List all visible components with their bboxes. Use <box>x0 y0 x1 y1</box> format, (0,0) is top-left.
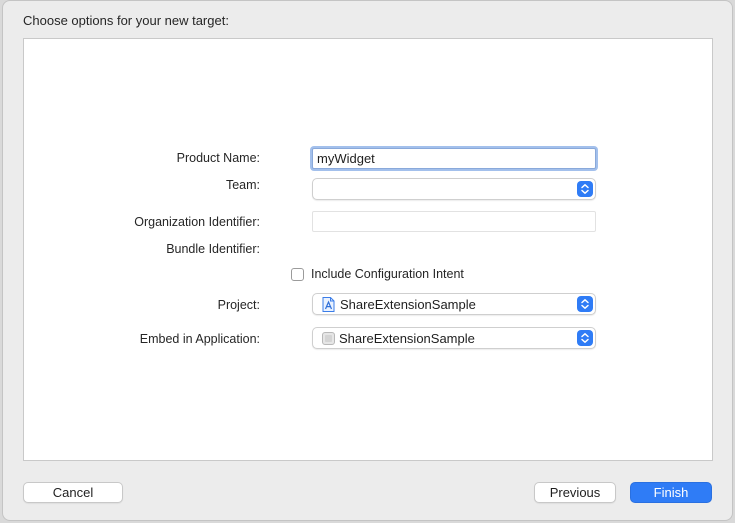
dialog-title: Choose options for your new target: <box>23 13 229 28</box>
team-popup[interactable] <box>312 178 596 200</box>
new-target-dialog: Choose options for your new target: Prod… <box>2 0 733 521</box>
org-id-label: Organization Identifier: <box>134 215 260 229</box>
chevron-updown-icon <box>577 181 593 197</box>
embed-value: ShareExtensionSample <box>339 331 475 346</box>
cancel-button[interactable]: Cancel <box>23 482 123 503</box>
project-label: Project: <box>217 298 260 312</box>
embed-label: Embed in Application: <box>139 332 260 346</box>
product-name-label: Product Name: <box>176 151 260 165</box>
app-icon <box>322 332 335 348</box>
product-name-field[interactable] <box>312 148 596 169</box>
xcode-project-icon <box>322 297 335 315</box>
bundle-id-label: Bundle Identifier: <box>166 242 260 256</box>
team-label: Team: <box>225 178 260 192</box>
org-id-field[interactable] <box>312 211 596 232</box>
finish-button[interactable]: Finish <box>630 482 712 503</box>
project-popup[interactable]: ShareExtensionSample <box>312 293 596 315</box>
previous-button[interactable]: Previous <box>534 482 616 503</box>
options-panel: Product Name: Team: Organization Identif… <box>23 38 713 461</box>
include-intent-label: Include Configuration Intent <box>311 267 464 281</box>
embed-popup[interactable]: ShareExtensionSample <box>312 327 596 349</box>
project-value: ShareExtensionSample <box>340 297 476 312</box>
chevron-updown-icon <box>577 296 593 312</box>
chevron-updown-icon <box>577 330 593 346</box>
include-intent-checkbox[interactable] <box>291 268 304 281</box>
